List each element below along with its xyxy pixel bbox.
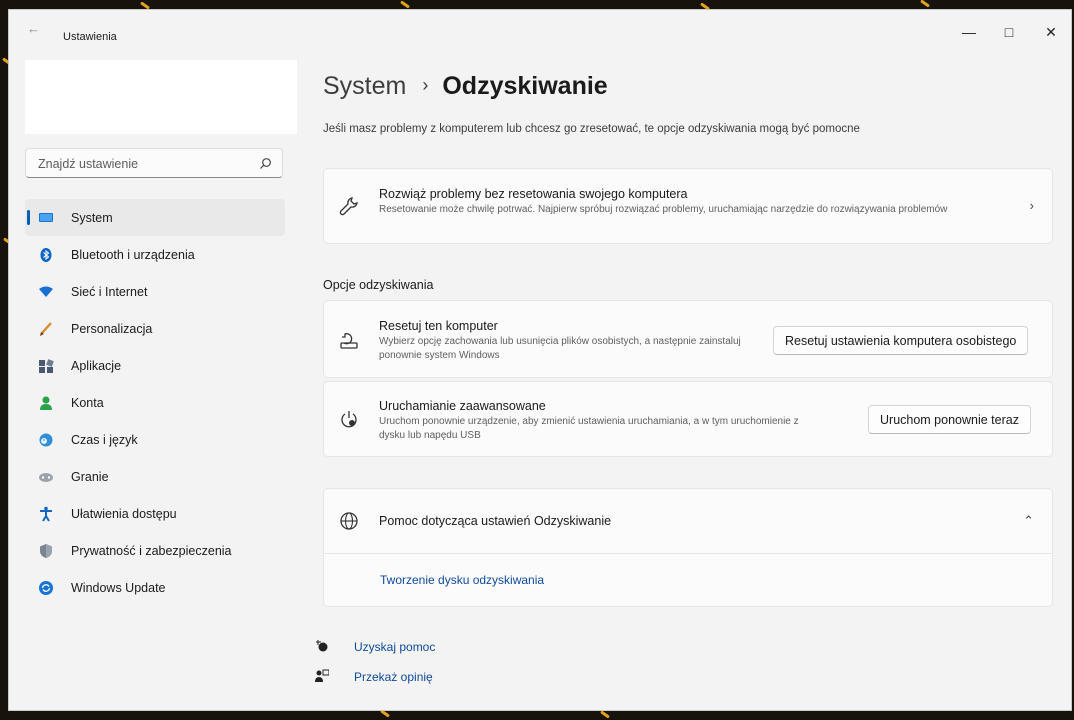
sidebar-item-label: Personalizacja xyxy=(71,322,153,336)
apps-icon xyxy=(39,359,54,373)
main-content: System › Odzyskiwanie Jeśli masz problemy … xyxy=(315,10,1071,710)
shield-icon xyxy=(40,544,52,558)
help-title: Pomoc dotycząca ustawień Odzyskiwanie xyxy=(379,514,612,528)
reset-pc-button[interactable]: Resetuj ustawienia komputera osobistego xyxy=(773,326,1029,355)
sidebar-item-label: Granie xyxy=(71,470,109,484)
sidebar-item-label: Bluetooth i urządzenia xyxy=(71,248,195,262)
display-icon xyxy=(39,213,53,222)
sidebar-item-system[interactable]: System xyxy=(25,199,285,236)
advanced-startup-title: Uruchamianie zaawansowane xyxy=(379,399,546,413)
sidebar-item-label: Prywatność i zabezpieczenia xyxy=(71,544,232,558)
create-recovery-drive-link[interactable]: Tworzenie dysku odzyskiwania xyxy=(380,573,544,587)
sidebar-item-label: Konta xyxy=(71,396,104,410)
person-icon xyxy=(40,396,52,410)
back-arrow-icon[interactable]: ← xyxy=(27,22,41,36)
advanced-startup-card: Uruchamianie zaawansowane Uruchom ponown… xyxy=(323,381,1053,457)
wifi-icon xyxy=(39,286,53,297)
sidebar-item-apps[interactable]: Aplikacje xyxy=(25,347,285,384)
sidebar-item-personalization[interactable]: Personalizacja xyxy=(25,310,285,347)
page-title: Odzyskiwanie xyxy=(442,72,608,100)
sidebar-item-network[interactable]: Sieć i Internet xyxy=(25,273,285,310)
bluetooth-icon xyxy=(40,248,52,262)
reset-pc-card: Resetuj ten komputer Wybierz opcję zacho… xyxy=(323,300,1053,378)
update-icon xyxy=(39,581,53,595)
troubleshoot-card[interactable]: Rozwiąż problemy bez resetowania swojego… xyxy=(323,168,1053,244)
give-feedback-link[interactable]: Przekaż opinię xyxy=(354,670,433,684)
chevron-right-icon: › xyxy=(1029,198,1034,213)
sidebar-item-label: Aplikacje xyxy=(71,359,122,373)
wrench-icon xyxy=(339,197,358,216)
sidebar-item-accessibility[interactable]: Ułatwienia dostępu xyxy=(25,495,285,532)
sidebar-item-privacy[interactable]: Prywatność i zabezpieczenia xyxy=(25,532,285,569)
feedback-icon xyxy=(315,669,329,682)
sidebar-item-label: Windows Update xyxy=(71,581,166,595)
sidebar-item-label: Sieć i Internet xyxy=(71,285,148,299)
globe-clock-icon xyxy=(39,433,53,447)
sidebar-item-bluetooth[interactable]: Bluetooth i urządzenia xyxy=(25,236,285,273)
sidebar-item-gaming[interactable]: Granie xyxy=(25,458,285,495)
brush-icon xyxy=(40,322,52,336)
breadcrumb: System › Odzyskiwanie xyxy=(323,72,608,101)
breadcrumb-parent[interactable]: System xyxy=(323,72,406,100)
recovery-options-heading: Opcje odzyskiwania xyxy=(323,278,434,292)
advanced-startup-icon xyxy=(341,411,357,428)
sidebar-item-label: Czas i język xyxy=(71,433,138,447)
app-title: Ustawienia xyxy=(63,31,117,43)
reset-pc-title: Resetuj ten komputer xyxy=(379,319,498,333)
account-card[interactable] xyxy=(25,60,297,134)
page-subtitle: Jeśli masz problemy z komputerem lub chc… xyxy=(323,123,860,135)
sidebar-nav: System Bluetooth i urządzenia Sieć i Int… xyxy=(25,199,285,606)
search-icon xyxy=(260,158,271,169)
get-help-icon xyxy=(316,640,328,652)
reset-pc-description: Wybierz opcję zachowania lub usunięcia p… xyxy=(379,336,741,361)
sidebar-item-accounts[interactable]: Konta xyxy=(25,384,285,421)
breadcrumb-separator: › xyxy=(422,75,429,95)
help-header[interactable]: Pomoc dotycząca ustawień Odzyskiwanie ⌃ xyxy=(324,489,1052,554)
reset-pc-icon xyxy=(340,333,358,349)
search-placeholder: Znajdź ustawienie xyxy=(38,157,139,171)
sidebar-item-label: System xyxy=(71,211,113,225)
chevron-up-icon: ⌃ xyxy=(1023,513,1034,528)
sidebar-item-label: Ułatwienia dostępu xyxy=(71,507,177,521)
restart-now-button[interactable]: Uruchom ponownie teraz xyxy=(868,405,1031,434)
sidebar-item-time-language[interactable]: Czas i język xyxy=(25,421,285,458)
sidebar-item-windows-update[interactable]: Windows Update xyxy=(25,569,285,606)
troubleshoot-title: Rozwiąż problemy bez resetowania swojego… xyxy=(379,187,688,201)
help-card: Pomoc dotycząca ustawień Odzyskiwanie ⌃ … xyxy=(323,488,1053,607)
troubleshoot-description: Resetowanie może chwilę potrwać. Najpier… xyxy=(379,204,948,215)
advanced-startup-description: Uruchom ponownie urządzenie, aby zmienić… xyxy=(379,416,799,441)
globe-icon xyxy=(340,512,358,530)
search-input[interactable]: Znajdź ustawienie xyxy=(25,148,283,178)
gamepad-icon xyxy=(39,473,53,482)
accessibility-icon xyxy=(40,506,52,522)
settings-window: ← Ustawienia — □ ✕ Znajdź ustawienie Sys… xyxy=(8,9,1072,711)
get-help-link[interactable]: Uzyskaj pomoc xyxy=(354,640,435,654)
active-indicator xyxy=(27,210,30,225)
